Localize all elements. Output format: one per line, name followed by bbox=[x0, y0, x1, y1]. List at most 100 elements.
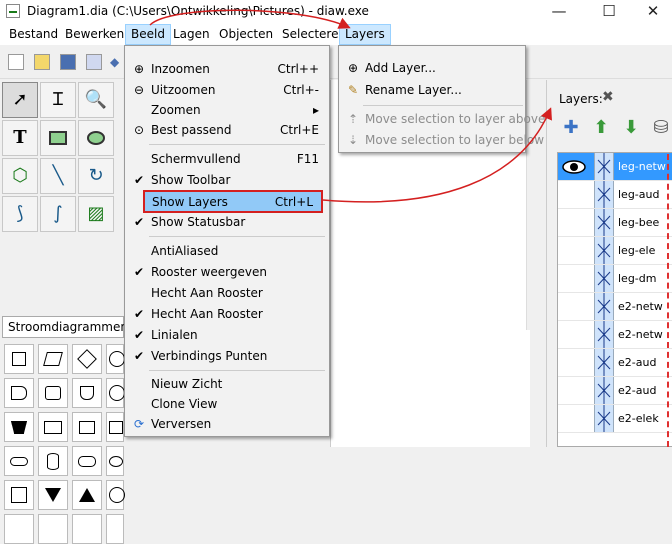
layer-name[interactable]: leg-bee bbox=[618, 216, 659, 229]
connectable-icon[interactable] bbox=[594, 265, 614, 292]
menu-item-show-statusbar[interactable]: ✔ Show Statusbar bbox=[127, 212, 327, 233]
raise-layer-icon[interactable]: ⬆ bbox=[589, 116, 613, 140]
layer-row[interactable]: leg-dm bbox=[558, 265, 672, 293]
menu-item-show-toolbar[interactable]: ✔ Show Toolbar bbox=[127, 170, 327, 191]
layer-name[interactable]: e2-elek bbox=[618, 412, 659, 425]
data-shape-icon[interactable] bbox=[38, 344, 68, 374]
arc-icon[interactable]: ↻ bbox=[78, 158, 114, 194]
layer-row[interactable]: e2-netw bbox=[558, 321, 672, 349]
connectable-icon[interactable] bbox=[594, 209, 614, 236]
layer-name[interactable]: e2-netw bbox=[618, 328, 663, 341]
minimize-button[interactable]: — bbox=[536, 0, 582, 24]
layer-row[interactable]: e2-aud bbox=[558, 349, 672, 377]
database-shape-icon[interactable] bbox=[38, 446, 68, 476]
layer-name[interactable]: leg-dm bbox=[618, 272, 656, 285]
menu-item-zoom-in[interactable]: ⊕ Inzoomen Ctrl++ bbox=[127, 59, 327, 80]
layer-name[interactable]: e2-aud bbox=[618, 356, 656, 369]
menu-item-show-layers[interactable]: Show Layers Ctrl+L bbox=[143, 190, 323, 213]
layer-row[interactable]: leg-bee bbox=[558, 209, 672, 237]
collate-shape-icon[interactable] bbox=[38, 514, 68, 544]
menu-lagen[interactable]: Lagen bbox=[168, 24, 215, 45]
connectable-icon[interactable] bbox=[594, 181, 614, 208]
save-icon[interactable] bbox=[60, 54, 76, 70]
merge-shape-icon[interactable] bbox=[38, 480, 68, 510]
layer-name[interactable]: leg-ele bbox=[618, 244, 655, 257]
tape-shape-icon[interactable] bbox=[38, 378, 68, 408]
menu-item-new-view[interactable]: Nieuw Zicht bbox=[127, 374, 327, 395]
menu-item-show-grid[interactable]: ✔ Rooster weergeven bbox=[127, 262, 327, 283]
add-layer-icon[interactable]: ✚ bbox=[559, 116, 583, 140]
rename-layer-item[interactable]: ✎ Rename Layer... bbox=[341, 80, 523, 101]
extract-shape-icon[interactable] bbox=[72, 480, 102, 510]
box-icon[interactable] bbox=[40, 120, 76, 156]
layer-name[interactable]: leg-netw bbox=[618, 160, 666, 173]
menu-item-fullscreen[interactable]: Schermvullend F11 bbox=[127, 149, 327, 170]
layer-row[interactable]: leg-netw bbox=[558, 153, 672, 181]
sort-shape-icon[interactable] bbox=[4, 514, 34, 544]
ellipse-icon[interactable] bbox=[78, 120, 114, 156]
text-cursor-icon[interactable]: Ɪ bbox=[40, 82, 76, 118]
offpage-shape-icon[interactable] bbox=[72, 378, 102, 408]
menu-item-zoom[interactable]: Zoomen ▸ bbox=[127, 100, 327, 121]
cylinder-shape-icon[interactable] bbox=[72, 446, 102, 476]
connectable-icon[interactable] bbox=[594, 321, 614, 348]
layer-row[interactable]: e2-elek bbox=[558, 405, 672, 433]
connector-shape-icon[interactable] bbox=[106, 378, 125, 408]
pointer-icon[interactable]: ➚ bbox=[2, 82, 38, 118]
connectable-icon[interactable] bbox=[594, 153, 614, 180]
menu-item-snap-grid-1[interactable]: Hecht Aan Rooster bbox=[127, 283, 327, 304]
layer-name[interactable]: leg-aud bbox=[618, 188, 659, 201]
manual-op-shape-icon[interactable] bbox=[4, 412, 34, 442]
open-folder-icon[interactable] bbox=[34, 54, 50, 70]
zigzag-icon[interactable]: ⟆ bbox=[2, 196, 38, 232]
layer-name[interactable]: e2-netw bbox=[618, 300, 663, 313]
layer-row[interactable]: e2-aud bbox=[558, 377, 672, 405]
menu-item-connection-points[interactable]: ✔ Verbindings Punten bbox=[127, 346, 327, 367]
menu-bewerken[interactable]: Bewerken bbox=[60, 24, 129, 45]
connectable-icon[interactable] bbox=[594, 405, 614, 432]
layer-row[interactable]: leg-ele bbox=[558, 237, 672, 265]
sheet-select[interactable]: Stroomdiagrammen bbox=[2, 316, 128, 338]
save-as-icon[interactable] bbox=[86, 54, 102, 70]
menu-item-refresh[interactable]: ⟳ Verversen bbox=[127, 414, 327, 435]
move-layer-below-item[interactable]: ⇣ Move selection to layer below bbox=[341, 130, 544, 151]
manual-input-shape-icon[interactable] bbox=[72, 412, 102, 442]
menu-objecten[interactable]: Objecten bbox=[214, 24, 278, 45]
layer-row[interactable]: leg-aud bbox=[558, 181, 672, 209]
menu-item-zoom-out[interactable]: ⊖ Uitzoomen Ctrl+- bbox=[127, 80, 327, 101]
menu-item-snap-grid-2[interactable]: ✔ Hecht Aan Rooster bbox=[127, 304, 327, 325]
bezier-icon[interactable]: ∫ bbox=[40, 196, 76, 232]
connectable-icon[interactable] bbox=[594, 293, 614, 320]
menu-item-antialiased[interactable]: AntiAliased bbox=[127, 241, 327, 262]
menu-bestand[interactable]: Bestand bbox=[4, 24, 63, 45]
connectable-icon[interactable] bbox=[594, 349, 614, 376]
preparation-shape-icon[interactable] bbox=[38, 412, 68, 442]
menu-item-clone-view[interactable]: Clone View bbox=[127, 394, 327, 415]
menu-layers[interactable]: Layers bbox=[339, 24, 391, 45]
connectable-icon[interactable] bbox=[594, 237, 614, 264]
display-shape-icon[interactable] bbox=[4, 378, 34, 408]
move-layer-above-item[interactable]: ⇡ Move selection to layer above bbox=[341, 109, 545, 130]
new-file-icon[interactable] bbox=[8, 54, 24, 70]
circle-shape-icon[interactable] bbox=[106, 344, 125, 374]
menu-beeld[interactable]: Beeld bbox=[125, 24, 171, 45]
layer-row[interactable]: e2-netw bbox=[558, 293, 672, 321]
connectable-icon[interactable] bbox=[594, 377, 614, 404]
eye-icon[interactable] bbox=[562, 158, 586, 176]
internal-storage-shape-icon[interactable] bbox=[4, 480, 34, 510]
menu-item-rulers[interactable]: ✔ Linialen bbox=[127, 325, 327, 346]
summing-shape-icon[interactable] bbox=[106, 514, 124, 544]
maximize-button[interactable]: ☐ bbox=[586, 0, 632, 24]
polygon-icon[interactable]: ⬡ bbox=[2, 158, 38, 194]
menu-item-best-fit[interactable]: ⊙ Best passend Ctrl+E bbox=[127, 120, 327, 141]
or-shape-icon[interactable] bbox=[106, 480, 125, 510]
triangle-shape-icon[interactable] bbox=[72, 514, 102, 544]
rectangle-shape-icon[interactable] bbox=[106, 412, 124, 442]
lower-layer-icon[interactable]: ⬇ bbox=[619, 116, 643, 140]
decision-shape-icon[interactable] bbox=[72, 344, 102, 374]
add-layer-item[interactable]: ⊕ Add Layer... bbox=[341, 58, 523, 79]
zoom-icon[interactable]: 🔍 bbox=[78, 82, 114, 118]
image-icon[interactable]: ▨ bbox=[78, 196, 114, 232]
layer-name[interactable]: e2-aud bbox=[618, 384, 656, 397]
oval-shape-icon[interactable] bbox=[106, 446, 124, 476]
